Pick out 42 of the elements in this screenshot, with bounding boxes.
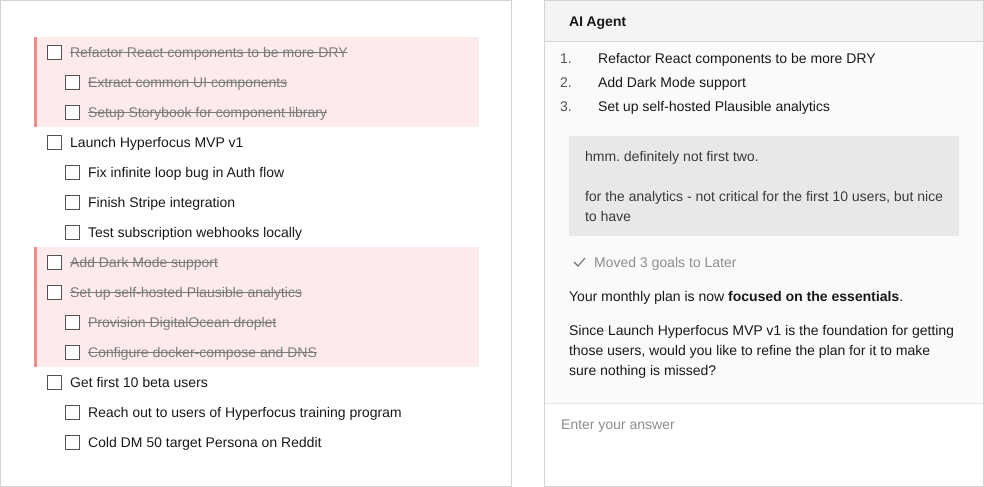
user-message-text: for the analytics - not critical for the first 10 users, but nice to have: [585, 187, 943, 226]
goal-label: Reach out to users of Hyperfocus training program: [88, 402, 402, 422]
list-number: 2.: [559, 72, 573, 92]
checkbox[interactable]: [47, 134, 62, 150]
list-number: 3.: [559, 96, 573, 116]
answer-input[interactable]: Enter your answer: [545, 403, 983, 486]
list-item-text: Add Dark Mode support: [598, 72, 746, 92]
agent-message-text: Since Launch Hyperfocus MVP v1 is the foundation for getting those users, would you like to refine the plan for it to make sure nothing is missed?: [569, 321, 955, 380]
goal-label: Launch Hyperfocus MVP v1: [70, 132, 244, 152]
goal-label: Provision DigitalOcean droplet: [88, 312, 276, 332]
checkbox[interactable]: [65, 224, 80, 240]
goal-label: Setup Storybook for component library: [88, 102, 327, 122]
status-text: Moved 3 goals to Later: [594, 252, 736, 272]
goal-label: Refactor React components to be more DRY: [70, 42, 348, 62]
checkbox[interactable]: [47, 374, 62, 390]
checkbox[interactable]: [47, 284, 62, 300]
checkmark-icon: [573, 257, 586, 267]
checkbox[interactable]: [65, 164, 80, 180]
checkbox[interactable]: [65, 74, 80, 90]
goal-label: Configure docker-compose and DNS: [88, 342, 317, 362]
list-item-text: Set up self-hosted Plausible analytics: [598, 96, 830, 116]
list-number: 1.: [559, 48, 573, 68]
checkbox[interactable]: [65, 404, 80, 420]
checkbox[interactable]: [47, 254, 62, 270]
user-message-text: hmm. definitely not first two.: [585, 147, 760, 166]
checkbox[interactable]: [47, 44, 62, 60]
goal-label: Set up self-hosted Plausible analytics: [70, 282, 302, 302]
chat-title: AI Agent: [569, 12, 626, 31]
goal-label: Test subscription webhooks locally: [88, 222, 302, 242]
checkbox[interactable]: [65, 194, 80, 210]
goal-label: Cold DM 50 target Persona on Reddit: [88, 432, 322, 452]
goal-label: Add Dark Mode support: [70, 252, 218, 272]
goal-label: Extract common UI components: [88, 72, 288, 92]
checkbox[interactable]: [65, 344, 80, 360]
checkbox[interactable]: [65, 314, 80, 330]
goal-label: Fix infinite loop bug in Auth flow: [88, 162, 284, 182]
checkbox[interactable]: [65, 434, 80, 450]
agent-message-text: Your monthly plan is now focused on the essentials.: [569, 287, 904, 306]
goal-label: Get first 10 beta users: [70, 372, 208, 392]
list-item-text: Refactor React components to be more DRY: [598, 48, 876, 68]
goal-label: Finish Stripe integration: [88, 192, 236, 212]
checkbox[interactable]: [65, 104, 80, 120]
